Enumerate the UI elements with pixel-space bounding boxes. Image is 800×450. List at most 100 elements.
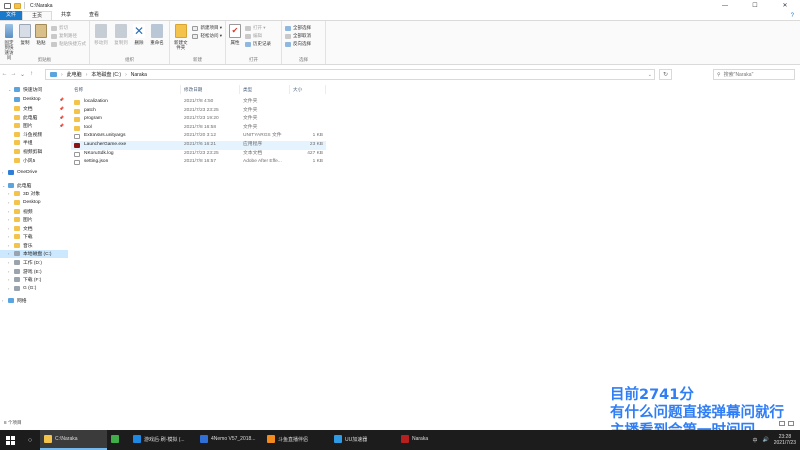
taskbar-app[interactable]: 斗鱼直播伴侣 bbox=[263, 430, 330, 450]
help-icon[interactable]: ? bbox=[791, 13, 794, 19]
expand-chevron-icon[interactable]: › bbox=[8, 226, 9, 231]
tab-home[interactable]: 主页 bbox=[22, 11, 53, 20]
select-all-button[interactable]: 全部选择 bbox=[285, 25, 311, 31]
nav-pc-folder[interactable]: › 文档 bbox=[0, 224, 68, 233]
expand-chevron-icon[interactable]: › bbox=[8, 200, 9, 205]
file-row[interactable]: tool 2021/7/8 16:58 文件夹 bbox=[71, 124, 326, 133]
pin-quick-access-button[interactable]: 固定到快速访问 bbox=[3, 24, 15, 60]
taskbar-app[interactable]: 游戏后·刷·模拟 (... bbox=[129, 430, 196, 450]
nav-pc-folder[interactable]: › 图片 bbox=[0, 215, 68, 224]
column-header-type[interactable]: 类型 bbox=[240, 85, 290, 94]
nav-drive[interactable]: › 工作 (D:) bbox=[0, 258, 68, 267]
taskbar-app[interactable] bbox=[107, 430, 129, 450]
column-header-name[interactable]: 名称 bbox=[71, 85, 181, 94]
paste-shortcut-button[interactable]: 粘贴快捷方式 bbox=[51, 41, 86, 47]
nav-pc-folder[interactable]: › 3D 对象 bbox=[0, 190, 68, 199]
maximize-button[interactable]: ☐ bbox=[740, 0, 770, 11]
tab-view[interactable]: 查看 bbox=[80, 11, 108, 20]
expand-chevron-icon[interactable]: › bbox=[8, 191, 9, 196]
search-box[interactable]: ⚲ 搜索"Naraka" bbox=[713, 69, 795, 80]
expand-chevron-icon[interactable]: › bbox=[8, 260, 9, 265]
expand-chevron-icon[interactable]: › bbox=[2, 298, 3, 303]
select-none-button[interactable]: 全部取消 bbox=[285, 33, 311, 39]
taskbar-app[interactable]: C:\Naraka bbox=[40, 430, 107, 450]
chevron-down-icon[interactable]: ⌄ bbox=[648, 72, 652, 78]
new-item-button[interactable]: 新建项目 ▾ bbox=[192, 25, 222, 31]
expand-chevron-icon[interactable]: › bbox=[8, 234, 9, 239]
taskbar-app[interactable]: UU加速器 bbox=[330, 430, 397, 450]
file-row[interactable]: ExtraVars.unityargs 2021/7/20 3:12 UNITYAR… bbox=[71, 132, 326, 141]
expand-chevron-icon[interactable]: › bbox=[2, 170, 3, 175]
tab-file[interactable]: 文件 bbox=[0, 11, 23, 20]
tab-share[interactable]: 共享 bbox=[52, 11, 80, 20]
address-field[interactable]: › 此电脑 › 本地磁盘 (C:) › Naraka ⌄ bbox=[45, 69, 655, 80]
nav-quick-item[interactable]: 小风5 bbox=[0, 156, 68, 165]
edit-button[interactable]: 编辑 bbox=[245, 33, 271, 39]
nav-onedrive[interactable]: › OneDrive bbox=[0, 168, 68, 177]
taskbar-app[interactable]: 4Nemo V57_2018... bbox=[196, 430, 263, 450]
column-header-date[interactable]: 修改日期 bbox=[181, 85, 240, 94]
file-row[interactable]: LauncherGame.exe 2021/7/6 16:21 应用程序 23 KB bbox=[71, 141, 326, 150]
nav-quick-item[interactable]: 图片 📌 bbox=[0, 121, 68, 130]
ime-indicator[interactable]: 中 bbox=[753, 437, 758, 444]
nav-quick-item[interactable]: 视频剪辑 bbox=[0, 147, 68, 156]
rename-button[interactable]: 重命名 bbox=[149, 24, 165, 45]
taskbar-app[interactable]: Naraka bbox=[397, 430, 464, 450]
nav-drive[interactable]: › 本地磁盘 (C:) bbox=[0, 249, 68, 259]
easy-access-button[interactable]: 轻松访问 ▾ bbox=[192, 33, 222, 39]
expand-chevron-icon[interactable]: › bbox=[8, 217, 9, 222]
breadcrumb-local-disk[interactable]: 本地磁盘 (C:) bbox=[91, 71, 121, 78]
file-row[interactable]: program 2021/7/23 19:20 文件夹 bbox=[71, 115, 326, 124]
new-folder-icon[interactable] bbox=[14, 2, 21, 9]
file-row[interactable]: NKoruSdk.log 2021/7/23 23:25 文本文档 427 KB bbox=[71, 150, 326, 159]
copy-to-button[interactable]: 复制到 bbox=[113, 24, 129, 45]
expand-chevron-icon[interactable]: › bbox=[8, 277, 9, 282]
new-folder-button[interactable]: 新建文件夹 bbox=[173, 24, 188, 50]
breadcrumb-this-pc[interactable]: 此电脑 bbox=[67, 71, 82, 78]
expand-chevron-icon[interactable]: › bbox=[8, 209, 9, 214]
nav-drive[interactable]: › 下载 (F:) bbox=[0, 275, 68, 284]
nav-quick-item[interactable]: 斗鱼视频 bbox=[0, 130, 68, 139]
nav-quick-item[interactable]: Desktop 📌 bbox=[0, 96, 68, 105]
move-to-button[interactable]: 移动到 bbox=[93, 24, 109, 45]
breadcrumb-naraka[interactable]: Naraka bbox=[131, 72, 147, 78]
close-button[interactable]: ✕ bbox=[770, 0, 800, 11]
invert-selection-button[interactable]: 反向选择 bbox=[285, 41, 311, 47]
forward-button[interactable]: → bbox=[9, 71, 18, 77]
nav-this-pc[interactable]: ⌄ 此电脑 bbox=[0, 181, 68, 190]
nav-pc-folder[interactable]: › 音乐 bbox=[0, 241, 68, 250]
search-taskbar-button[interactable]: ○ bbox=[20, 430, 40, 450]
nav-drive[interactable]: › G (G:) bbox=[0, 284, 68, 293]
nav-pc-folder[interactable]: › 视频 bbox=[0, 207, 68, 216]
delete-button[interactable]: ✕ 删除 bbox=[133, 24, 145, 45]
recent-locations-button[interactable]: ⌄ bbox=[18, 71, 27, 78]
expand-chevron-icon[interactable]: › bbox=[8, 286, 9, 291]
properties-button[interactable]: ✔ 属性 bbox=[229, 24, 241, 45]
file-row[interactable]: localization 2021/7/8 4:50 文件夹 bbox=[71, 98, 326, 107]
history-button[interactable]: 历史记录 bbox=[245, 41, 271, 47]
expand-chevron-icon[interactable]: › bbox=[8, 269, 9, 274]
nav-pc-folder[interactable]: › 下载 bbox=[0, 233, 68, 242]
properties-icon[interactable] bbox=[4, 2, 11, 9]
refresh-button[interactable]: ↻ bbox=[659, 69, 672, 80]
clock[interactable]: 23:28 2021/7/23 bbox=[774, 434, 796, 446]
file-row[interactable]: patch 2021/7/23 23:25 文件夹 bbox=[71, 107, 326, 116]
file-row[interactable]: setting.json 2021/7/8 16:57 Adobe After Ef… bbox=[71, 158, 326, 167]
up-button[interactable]: ↑ bbox=[27, 71, 36, 77]
volume-icon[interactable]: 🔊 bbox=[763, 437, 769, 443]
expand-chevron-icon[interactable]: › bbox=[8, 251, 9, 256]
nav-quick-item[interactable]: 文档 📌 bbox=[0, 104, 68, 113]
copy-path-button[interactable]: 复制路径 bbox=[51, 33, 86, 39]
expand-chevron-icon[interactable]: › bbox=[8, 243, 9, 248]
nav-quick-access[interactable]: ⌄ 快速访问 bbox=[0, 85, 68, 94]
nav-quick-item[interactable]: 此电脑 📌 bbox=[0, 113, 68, 122]
nav-network[interactable]: › 网络 bbox=[0, 297, 68, 306]
nav-drive[interactable]: › 游戏 (E:) bbox=[0, 267, 68, 276]
expand-chevron-icon[interactable]: ⌄ bbox=[8, 87, 11, 92]
column-header-size[interactable]: 大小 bbox=[290, 85, 326, 94]
copy-button[interactable]: 复制 bbox=[19, 24, 31, 45]
paste-button[interactable]: 粘贴 bbox=[35, 24, 47, 45]
nav-quick-item[interactable]: 半组 bbox=[0, 139, 68, 148]
start-button[interactable] bbox=[0, 430, 20, 450]
cut-button[interactable]: 剪切 bbox=[51, 25, 86, 31]
